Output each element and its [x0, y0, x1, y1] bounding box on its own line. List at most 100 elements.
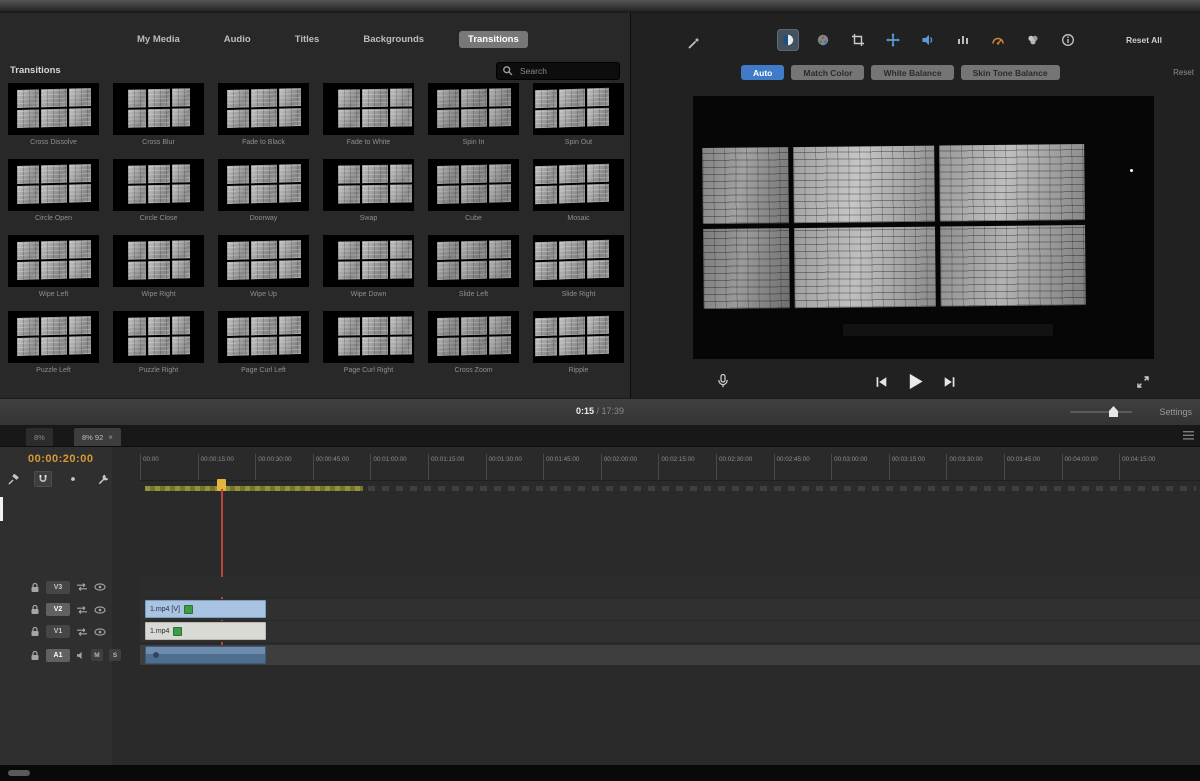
transition-item[interactable]: Cross Zoom [428, 311, 519, 374]
skin-tone-balance-button[interactable]: Skin Tone Balance [961, 65, 1060, 80]
track-content-v2[interactable] [140, 599, 1200, 620]
transition-thumbnail[interactable] [428, 235, 519, 287]
transition-thumbnail[interactable] [533, 159, 624, 211]
tab-titles[interactable]: Titles [286, 31, 329, 48]
transition-item[interactable]: Circle Close [113, 159, 204, 222]
transition-item[interactable]: Slide Right [533, 235, 624, 298]
crop-icon[interactable] [847, 29, 869, 51]
transition-thumbnail[interactable] [323, 159, 414, 211]
solo-button[interactable]: S [109, 649, 121, 661]
work-area-bar[interactable] [140, 485, 1200, 493]
work-area-active[interactable] [145, 486, 363, 491]
auto-button[interactable]: Auto [741, 65, 784, 80]
lock-icon[interactable] [30, 604, 40, 615]
nest-icon[interactable] [4, 471, 22, 487]
eye-icon[interactable] [94, 606, 106, 614]
transition-thumbnail[interactable] [218, 159, 309, 211]
transition-thumbnail[interactable] [428, 311, 519, 363]
window-titlebar[interactable] [0, 0, 1200, 13]
transition-item[interactable]: Spin In [428, 83, 519, 146]
transition-item[interactable]: Cross Blur [113, 83, 204, 146]
fullscreen-icon[interactable] [1136, 375, 1150, 389]
sync-lock-icon[interactable] [76, 606, 88, 614]
white-balance-button[interactable]: White Balance [871, 65, 953, 80]
effects-icon[interactable] [1022, 29, 1044, 51]
transition-item[interactable]: Wipe Left [8, 235, 99, 298]
transition-item[interactable]: Spin Out [533, 83, 624, 146]
transition-thumbnail[interactable] [428, 83, 519, 135]
transition-item[interactable]: Doorway [218, 159, 309, 222]
search-input[interactable] [518, 65, 607, 77]
noise-reduction-icon[interactable] [952, 29, 974, 51]
tab-audio[interactable]: Audio [215, 31, 260, 48]
transition-item[interactable]: Cube [428, 159, 519, 222]
search-field[interactable] [496, 62, 620, 80]
settings-button[interactable]: Settings [1159, 407, 1192, 417]
linked-selection-icon[interactable] [64, 471, 82, 487]
track-label-v3[interactable]: V3 [46, 581, 70, 594]
tab-my-media[interactable]: My Media [128, 31, 189, 48]
transition-thumbnail[interactable] [113, 311, 204, 363]
enhance-wand-icon[interactable] [683, 32, 705, 54]
transition-thumbnail[interactable] [113, 83, 204, 135]
transition-thumbnail[interactable] [323, 83, 414, 135]
transition-item[interactable]: Fade to White [323, 83, 414, 146]
transition-thumbnail[interactable] [533, 235, 624, 287]
transition-thumbnail[interactable] [8, 235, 99, 287]
transition-item[interactable]: Cross Dissolve [8, 83, 99, 146]
mute-button[interactable]: M [91, 649, 103, 661]
lock-icon[interactable] [30, 626, 40, 637]
transition-item[interactable]: Wipe Up [218, 235, 309, 298]
transition-thumbnail[interactable] [8, 311, 99, 363]
transition-thumbnail[interactable] [8, 83, 99, 135]
transition-item[interactable]: Puzzle Right [113, 311, 204, 374]
transition-thumbnail[interactable] [218, 311, 309, 363]
transition-item[interactable]: Puzzle Left [8, 311, 99, 374]
transition-thumbnail[interactable] [113, 235, 204, 287]
transition-thumbnail[interactable] [323, 235, 414, 287]
eye-icon[interactable] [94, 583, 106, 591]
tab-backgrounds[interactable]: Backgrounds [354, 31, 433, 48]
snap-icon[interactable] [34, 471, 52, 487]
match-color-button[interactable]: Match Color [791, 65, 864, 80]
transition-item[interactable]: Circle Open [8, 159, 99, 222]
transition-thumbnail[interactable] [323, 311, 414, 363]
audio-clip-a1[interactable] [145, 646, 266, 664]
transition-thumbnail[interactable] [533, 311, 624, 363]
close-icon[interactable]: × [108, 433, 113, 442]
transition-thumbnail[interactable] [113, 159, 204, 211]
volume-icon[interactable] [917, 29, 939, 51]
transition-item[interactable]: Slide Left [428, 235, 519, 298]
track-label-v2[interactable]: V2 [46, 603, 70, 616]
transition-item[interactable]: Wipe Down [323, 235, 414, 298]
track-label-a1[interactable]: A1 [46, 649, 70, 662]
lock-icon[interactable] [30, 582, 40, 593]
track-content-v1[interactable] [140, 621, 1200, 642]
lock-icon[interactable] [30, 650, 40, 661]
transition-thumbnail[interactable] [533, 83, 624, 135]
track-label-v1[interactable]: V1 [46, 625, 70, 638]
sync-lock-icon[interactable] [76, 628, 88, 636]
color-correction-icon[interactable] [812, 29, 834, 51]
transition-item[interactable]: Fade to Black [218, 83, 309, 146]
transition-item[interactable]: Wipe Right [113, 235, 204, 298]
stabilization-icon[interactable] [882, 29, 904, 51]
wrench-icon[interactable] [94, 471, 112, 487]
transition-item[interactable]: Mosaic [533, 159, 624, 222]
timeline-menu-icon[interactable] [1183, 431, 1194, 440]
transition-thumbnail[interactable] [8, 159, 99, 211]
sync-lock-icon[interactable] [76, 583, 88, 591]
track-content-a1[interactable] [140, 645, 1200, 665]
video-clip-v2[interactable]: 1.mp4 [V] [145, 600, 266, 618]
video-clip-v1[interactable]: 1.mp4 [145, 622, 266, 640]
transition-item[interactable]: Page Curl Right [323, 311, 414, 374]
transition-thumbnail[interactable] [428, 159, 519, 211]
info-icon[interactable] [1057, 29, 1079, 51]
transition-item[interactable]: Ripple [533, 311, 624, 374]
transition-item[interactable]: Swap [323, 159, 414, 222]
skip-forward-icon[interactable] [943, 375, 957, 389]
transition-thumbnail[interactable] [218, 83, 309, 135]
timeline-zoom-slider[interactable] [1070, 411, 1132, 413]
reset-button[interactable]: Reset [1173, 68, 1194, 77]
color-balance-icon[interactable] [777, 29, 799, 51]
